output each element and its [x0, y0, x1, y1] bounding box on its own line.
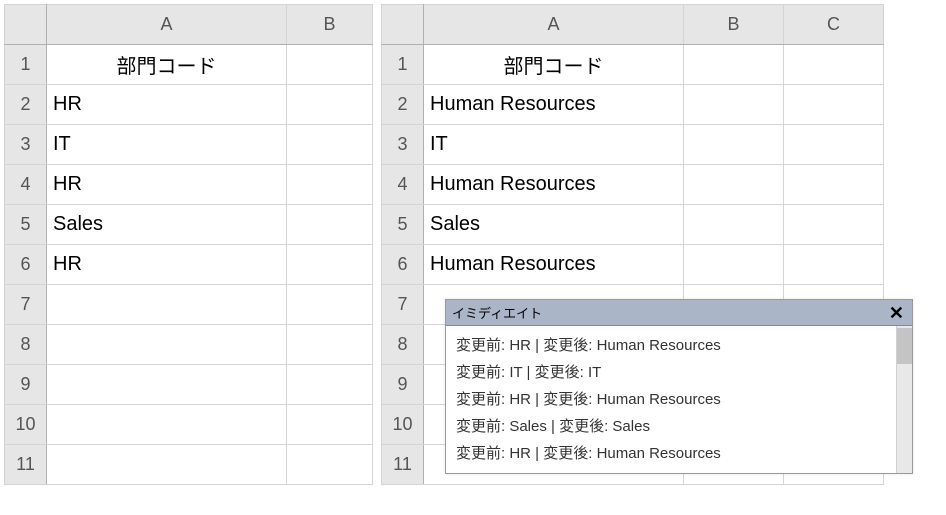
row-header-8[interactable]: 8	[5, 325, 47, 365]
row-header-9[interactable]: 9	[5, 365, 47, 405]
cell-A6[interactable]: Human Resources	[424, 245, 684, 285]
immediate-title-text: イミディエイト	[452, 303, 542, 322]
cell-A9[interactable]	[47, 365, 287, 405]
col-header-C[interactable]: C	[784, 5, 884, 45]
immediate-body[interactable]: 変更前: HR | 変更後: Human Resources 変更前: IT |…	[446, 326, 912, 473]
cell-B8[interactable]	[287, 325, 373, 365]
cell-C3[interactable]	[784, 125, 884, 165]
row-header-5[interactable]: 5	[5, 205, 47, 245]
cell-A3[interactable]: IT	[424, 125, 684, 165]
select-all-corner[interactable]	[382, 5, 424, 45]
cell-C5[interactable]	[784, 205, 884, 245]
cell-B4[interactable]	[287, 165, 373, 205]
row-header-2[interactable]: 2	[382, 85, 424, 125]
cell-A11[interactable]	[47, 445, 287, 485]
immediate-line: 変更前: Sales | 変更後: Sales	[456, 413, 892, 440]
cell-C1[interactable]	[784, 45, 884, 85]
cell-B9[interactable]	[287, 365, 373, 405]
cell-C6[interactable]	[784, 245, 884, 285]
col-header-A[interactable]: A	[47, 5, 287, 45]
row-header-3[interactable]: 3	[5, 125, 47, 165]
col-header-B[interactable]: B	[287, 5, 373, 45]
row-header-11[interactable]: 11	[382, 445, 424, 485]
cell-C2[interactable]	[784, 85, 884, 125]
row-header-3[interactable]: 3	[382, 125, 424, 165]
row-header-10[interactable]: 10	[382, 405, 424, 445]
cell-B10[interactable]	[287, 405, 373, 445]
immediate-line: 変更前: IT | 変更後: IT	[456, 359, 892, 386]
cell-A5[interactable]: Sales	[47, 205, 287, 245]
cell-A3[interactable]: IT	[47, 125, 287, 165]
cell-B2[interactable]	[287, 85, 373, 125]
cell-B6[interactable]	[684, 245, 784, 285]
cell-A5[interactable]: Sales	[424, 205, 684, 245]
cell-B3[interactable]	[684, 125, 784, 165]
cell-B5[interactable]	[684, 205, 784, 245]
cell-A2[interactable]: HR	[47, 85, 287, 125]
cell-B5[interactable]	[287, 205, 373, 245]
cell-A8[interactable]	[47, 325, 287, 365]
row-header-5[interactable]: 5	[382, 205, 424, 245]
immediate-titlebar[interactable]: イミディエイト ✕	[446, 300, 912, 326]
row-header-2[interactable]: 2	[5, 85, 47, 125]
row-header-6[interactable]: 6	[382, 245, 424, 285]
cell-B3[interactable]	[287, 125, 373, 165]
row-header-8[interactable]: 8	[382, 325, 424, 365]
immediate-scrollbar[interactable]	[896, 326, 912, 473]
cell-C4[interactable]	[784, 165, 884, 205]
row-header-4[interactable]: 4	[382, 165, 424, 205]
col-header-B[interactable]: B	[684, 5, 784, 45]
cell-B6[interactable]	[287, 245, 373, 285]
close-icon[interactable]: ✕	[887, 304, 906, 322]
cell-B2[interactable]	[684, 85, 784, 125]
row-header-10[interactable]: 10	[5, 405, 47, 445]
cell-B7[interactable]	[287, 285, 373, 325]
row-header-9[interactable]: 9	[382, 365, 424, 405]
cell-A1[interactable]: 部門コード	[47, 45, 287, 85]
left-spreadsheet: A B 1 部門コード 2 HR 3 IT 4 HR 5 Sales	[4, 4, 373, 485]
cell-B11[interactable]	[287, 445, 373, 485]
immediate-line: 変更前: HR | 変更後: Human Resources	[456, 332, 892, 359]
row-header-1[interactable]: 1	[5, 45, 47, 85]
row-header-4[interactable]: 4	[5, 165, 47, 205]
cell-A10[interactable]	[47, 405, 287, 445]
cell-A7[interactable]	[47, 285, 287, 325]
immediate-window[interactable]: イミディエイト ✕ 変更前: HR | 変更後: Human Resources…	[445, 299, 913, 474]
cell-A2[interactable]: Human Resources	[424, 85, 684, 125]
immediate-line: 変更前: HR | 変更後: Human Resources	[456, 440, 892, 467]
cell-A1[interactable]: 部門コード	[424, 45, 684, 85]
left-grid[interactable]: A B 1 部門コード 2 HR 3 IT 4 HR 5 Sales	[4, 4, 373, 485]
cell-B1[interactable]	[684, 45, 784, 85]
cell-B4[interactable]	[684, 165, 784, 205]
row-header-7[interactable]: 7	[5, 285, 47, 325]
row-header-7[interactable]: 7	[382, 285, 424, 325]
cell-A6[interactable]: HR	[47, 245, 287, 285]
cell-A4[interactable]: HR	[47, 165, 287, 205]
row-header-1[interactable]: 1	[382, 45, 424, 85]
row-header-11[interactable]: 11	[5, 445, 47, 485]
col-header-A[interactable]: A	[424, 5, 684, 45]
scroll-thumb[interactable]	[897, 328, 912, 364]
right-spreadsheet: A B C 1 部門コード 2 Human Resources 3 IT 4 H…	[381, 4, 884, 485]
row-header-6[interactable]: 6	[5, 245, 47, 285]
cell-A4[interactable]: Human Resources	[424, 165, 684, 205]
select-all-corner[interactable]	[5, 5, 47, 45]
cell-B1[interactable]	[287, 45, 373, 85]
immediate-line: 変更前: HR | 変更後: Human Resources	[456, 386, 892, 413]
